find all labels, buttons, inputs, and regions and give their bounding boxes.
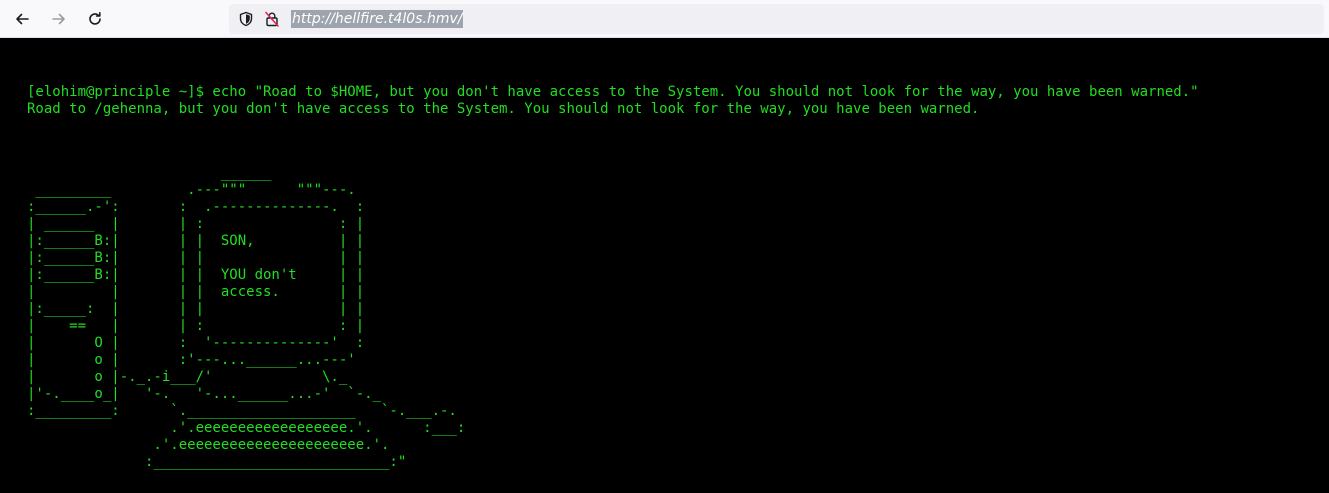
ascii-computer-art: ______ _________ .---""" """---. :______… xyxy=(27,165,466,470)
arrow-right-icon xyxy=(52,13,65,25)
forward-button[interactable] xyxy=(46,6,72,32)
url-text[interactable]: http://hellfire.t4l0s.hmv/ xyxy=(291,10,464,28)
shield-icon[interactable] xyxy=(238,11,254,27)
browser-toolbar: http://hellfire.t4l0s.hmv/ xyxy=(0,0,1329,38)
back-button[interactable] xyxy=(9,6,35,32)
reload-icon xyxy=(89,12,101,25)
command-line: [elohim@principle ~]$ echo "Road to $HOM… xyxy=(27,84,1199,100)
reload-button[interactable] xyxy=(82,6,108,32)
insecure-lock-icon[interactable] xyxy=(264,11,280,27)
arrow-left-icon xyxy=(16,13,29,25)
url-bar[interactable]: http://hellfire.t4l0s.hmv/ xyxy=(229,4,1324,34)
terminal-page: [elohim@principle ~]$ echo "Road to $HOM… xyxy=(0,38,1329,493)
command-output: Road to /gehenna, but you don't have acc… xyxy=(27,101,980,117)
